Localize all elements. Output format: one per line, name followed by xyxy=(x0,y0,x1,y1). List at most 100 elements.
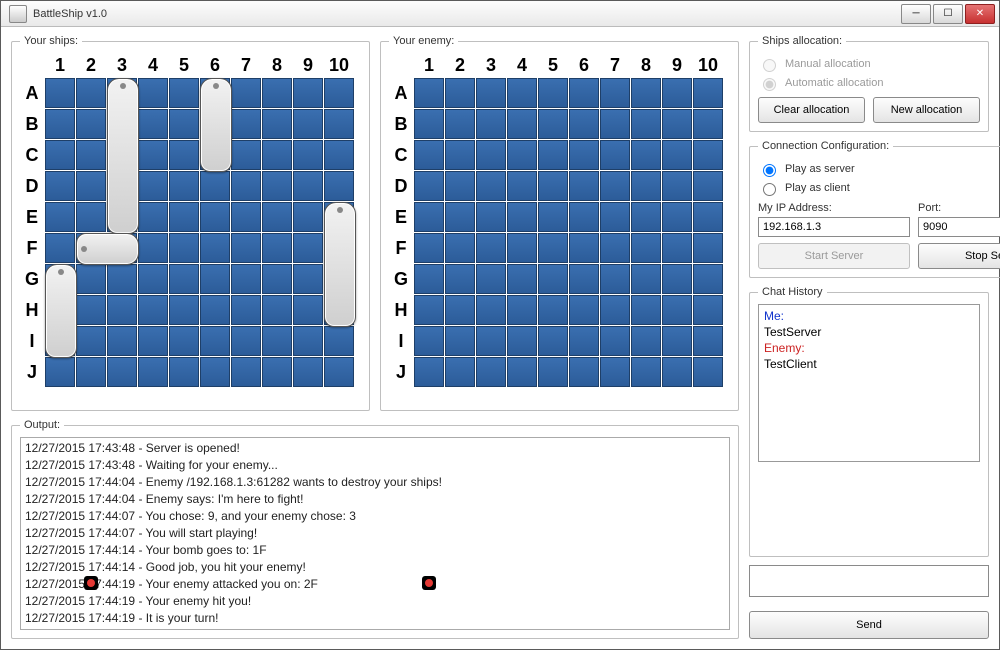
grid-cell[interactable] xyxy=(200,140,230,170)
play-server-radio[interactable] xyxy=(763,164,776,177)
grid-cell[interactable] xyxy=(107,264,137,294)
grid-cell[interactable] xyxy=(293,264,323,294)
grid-cell[interactable] xyxy=(293,78,323,108)
play-client-radio[interactable] xyxy=(763,183,776,196)
minimize-button[interactable]: ─ xyxy=(901,4,931,24)
grid-cell[interactable] xyxy=(231,264,261,294)
grid-cell[interactable] xyxy=(200,264,230,294)
grid-cell[interactable] xyxy=(231,78,261,108)
grid-cell[interactable] xyxy=(293,233,323,263)
grid-cell[interactable] xyxy=(538,109,568,139)
grid-cell[interactable] xyxy=(693,140,723,170)
grid-cell[interactable] xyxy=(445,109,475,139)
grid-cell[interactable] xyxy=(538,326,568,356)
grid-cell[interactable] xyxy=(138,78,168,108)
grid-cell[interactable] xyxy=(262,264,292,294)
grid-cell[interactable] xyxy=(507,295,537,325)
grid-cell[interactable] xyxy=(200,78,230,108)
grid-cell[interactable] xyxy=(76,264,106,294)
grid-cell[interactable] xyxy=(293,295,323,325)
grid-cell[interactable] xyxy=(445,233,475,263)
grid-cell[interactable] xyxy=(324,233,354,263)
grid-cell[interactable] xyxy=(45,171,75,201)
grid-cell[interactable] xyxy=(538,233,568,263)
grid-cell[interactable] xyxy=(414,109,444,139)
grid-cell[interactable] xyxy=(200,109,230,139)
grid-cell[interactable] xyxy=(324,357,354,387)
grid-cell[interactable] xyxy=(662,233,692,263)
grid-cell[interactable] xyxy=(169,357,199,387)
grid-cell[interactable] xyxy=(445,78,475,108)
grid-cell[interactable] xyxy=(662,326,692,356)
grid-cell[interactable] xyxy=(445,357,475,387)
grid-cell[interactable] xyxy=(45,295,75,325)
grid-cell[interactable] xyxy=(231,326,261,356)
grid-cell[interactable] xyxy=(324,78,354,108)
grid-cell[interactable] xyxy=(507,78,537,108)
chat-input[interactable] xyxy=(749,565,989,597)
grid-cell[interactable] xyxy=(631,78,661,108)
grid-cell[interactable] xyxy=(169,233,199,263)
grid-cell[interactable] xyxy=(169,295,199,325)
grid-cell[interactable] xyxy=(76,326,106,356)
grid-cell[interactable] xyxy=(507,233,537,263)
grid-cell[interactable] xyxy=(600,109,630,139)
grid-cell[interactable] xyxy=(414,140,444,170)
grid-cell[interactable] xyxy=(169,140,199,170)
grid-cell[interactable] xyxy=(507,109,537,139)
grid-cell[interactable] xyxy=(76,233,106,263)
grid-cell[interactable] xyxy=(507,357,537,387)
grid-cell[interactable] xyxy=(231,171,261,201)
grid-cell[interactable] xyxy=(507,326,537,356)
maximize-button[interactable]: ☐ xyxy=(933,4,963,24)
grid-cell[interactable] xyxy=(324,264,354,294)
grid-cell[interactable] xyxy=(569,140,599,170)
grid-cell[interactable] xyxy=(662,171,692,201)
grid-cell[interactable] xyxy=(107,357,137,387)
grid-cell[interactable] xyxy=(538,202,568,232)
grid-cell[interactable] xyxy=(445,326,475,356)
grid-cell[interactable] xyxy=(693,171,723,201)
grid-cell[interactable] xyxy=(569,295,599,325)
grid-cell[interactable] xyxy=(138,140,168,170)
grid-cell[interactable] xyxy=(107,326,137,356)
grid-cell[interactable] xyxy=(631,109,661,139)
grid-cell[interactable] xyxy=(107,78,137,108)
grid-cell[interactable] xyxy=(324,140,354,170)
grid-cell[interactable] xyxy=(45,357,75,387)
grid-cell[interactable] xyxy=(324,326,354,356)
new-allocation-button[interactable]: New allocation xyxy=(873,97,980,123)
grid-cell[interactable] xyxy=(45,233,75,263)
grid-cell[interactable] xyxy=(45,78,75,108)
grid-cell[interactable] xyxy=(262,202,292,232)
grid-cell[interactable] xyxy=(231,295,261,325)
grid-cell[interactable] xyxy=(200,202,230,232)
grid-cell[interactable] xyxy=(262,326,292,356)
grid-cell[interactable] xyxy=(662,109,692,139)
grid-cell[interactable] xyxy=(293,171,323,201)
grid-cell[interactable] xyxy=(600,295,630,325)
play-client-row[interactable]: Play as client xyxy=(758,180,1000,196)
grid-cell[interactable] xyxy=(662,295,692,325)
grid-cell[interactable] xyxy=(107,140,137,170)
grid-cell[interactable] xyxy=(600,326,630,356)
grid-cell[interactable] xyxy=(262,357,292,387)
grid-cell[interactable] xyxy=(138,295,168,325)
grid-cell[interactable] xyxy=(200,295,230,325)
grid-cell[interactable] xyxy=(569,171,599,201)
grid-cell[interactable] xyxy=(169,78,199,108)
grid-cell[interactable] xyxy=(538,140,568,170)
grid-cell[interactable] xyxy=(445,202,475,232)
grid-cell[interactable] xyxy=(476,171,506,201)
grid-cell[interactable] xyxy=(293,140,323,170)
grid-cell[interactable] xyxy=(476,140,506,170)
grid-cell[interactable] xyxy=(476,326,506,356)
grid-cell[interactable] xyxy=(324,109,354,139)
grid-cell[interactable] xyxy=(293,326,323,356)
grid-cell[interactable] xyxy=(76,357,106,387)
grid-cell[interactable] xyxy=(262,78,292,108)
grid-cell[interactable] xyxy=(262,109,292,139)
grid-cell[interactable] xyxy=(662,264,692,294)
grid-cell[interactable] xyxy=(414,233,444,263)
grid-cell[interactable] xyxy=(600,233,630,263)
